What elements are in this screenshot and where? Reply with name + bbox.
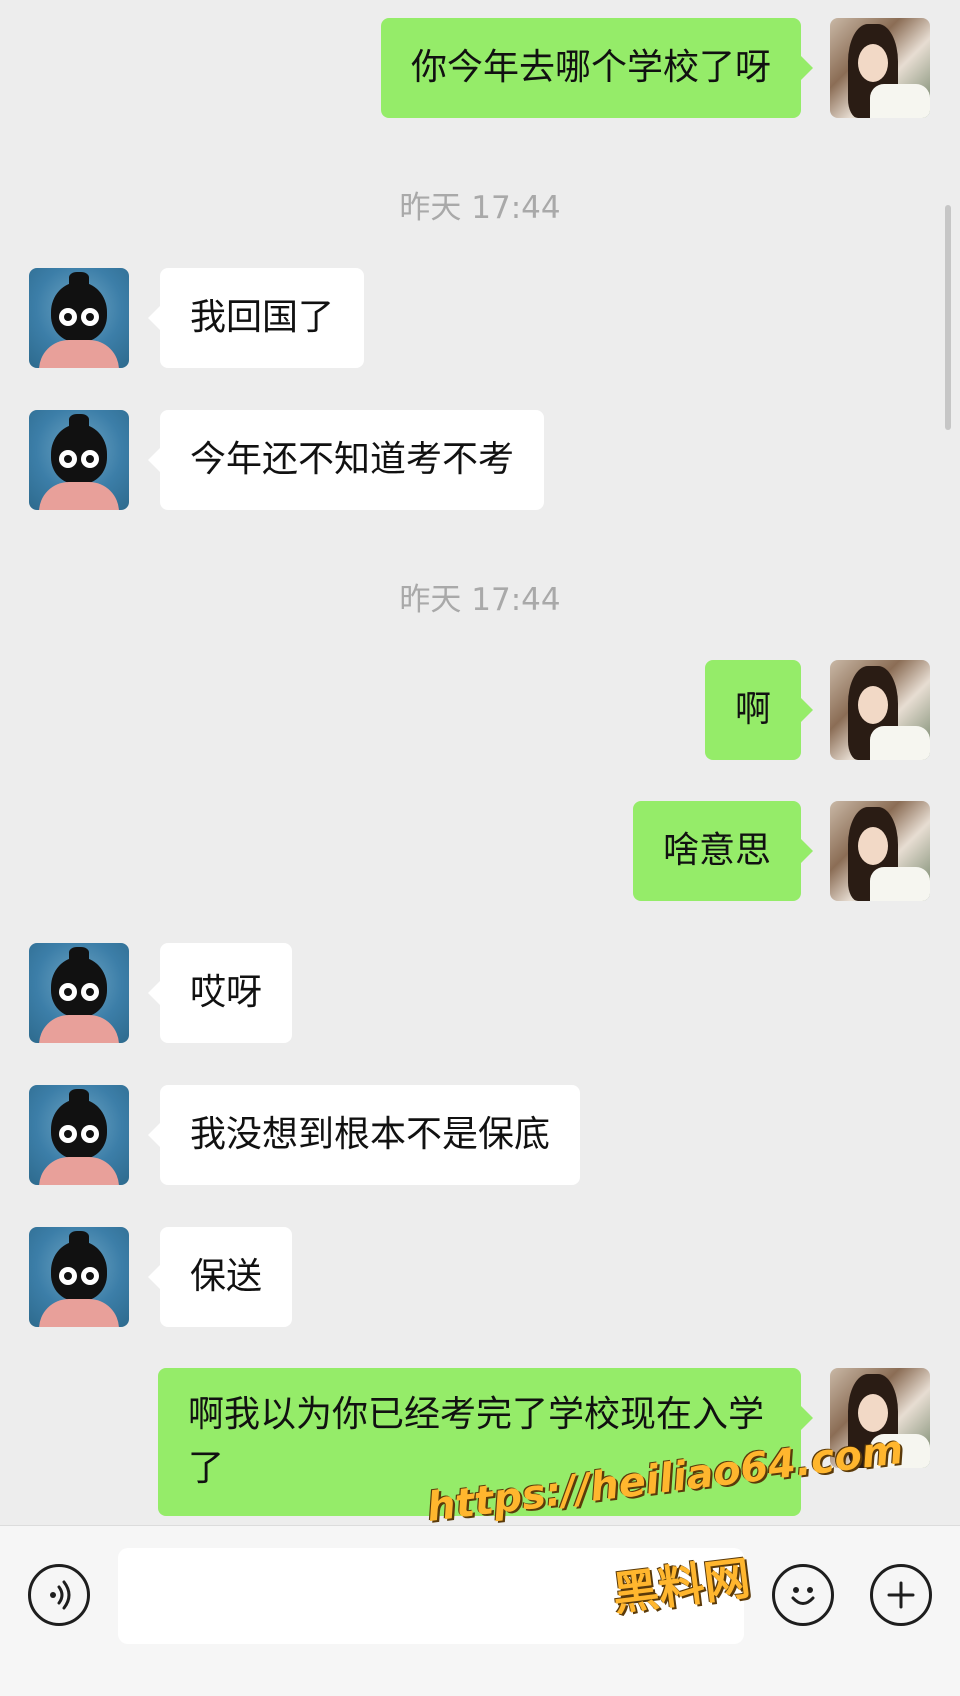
scrollbar[interactable] [945,205,951,430]
contact-avatar[interactable] [29,943,129,1043]
contact-avatar[interactable] [29,1227,129,1327]
chat-area[interactable]: 你今年去哪个学校了呀 昨天 17:44 我回国了 今年还不知道考不考 昨天 17… [0,0,960,1525]
message-bubble-other[interactable]: 我没想到根本不是保底 [147,1085,581,1185]
timestamp: 昨天 17:44 [399,190,561,226]
plus-icon [887,1581,915,1609]
message-bubble-other[interactable]: 哎呀 [147,943,293,1043]
timestamp: 昨天 17:44 [399,582,561,618]
self-avatar[interactable] [830,660,930,760]
message-bubble-self[interactable]: 啊 [704,660,814,760]
message-bubble-self[interactable]: 啥意思 [632,801,814,901]
emoji-button[interactable] [772,1564,834,1626]
contact-avatar[interactable] [29,1085,129,1185]
contact-avatar[interactable] [29,410,129,510]
voice-button[interactable] [28,1564,90,1626]
plus-button[interactable] [870,1564,932,1626]
emoji-icon [791,1587,815,1605]
contact-avatar[interactable] [29,268,129,368]
voice-icon [50,1580,71,1610]
self-avatar[interactable] [830,18,930,118]
message-bubble-self[interactable]: 你今年去哪个学校了呀 [380,18,814,118]
message-bubble-other[interactable]: 保送 [147,1227,293,1327]
message-bubble-other[interactable]: 今年还不知道考不考 [147,410,545,510]
input-bar [0,1525,960,1696]
self-avatar[interactable] [830,801,930,901]
message-bubble-other[interactable]: 我回国了 [147,268,365,368]
